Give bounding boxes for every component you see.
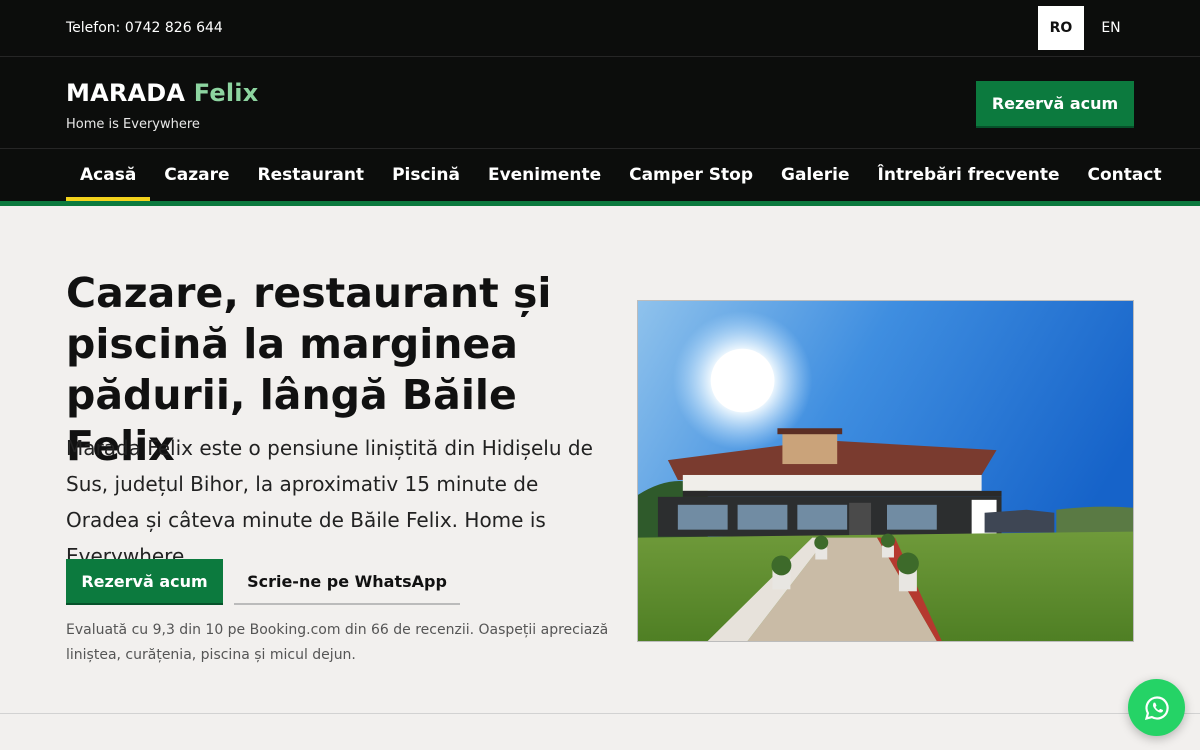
whatsapp-icon: [1144, 695, 1169, 720]
lang-en[interactable]: EN: [1088, 6, 1134, 50]
hero-description: Marada Felix este o pensiune liniștită d…: [66, 436, 593, 568]
whatsapp-fab[interactable]: [1128, 679, 1185, 736]
top-bar: Telefon: 0742 826 644 RO EN: [0, 0, 1200, 57]
language-switcher: RO EN: [1038, 6, 1134, 50]
whatsapp-button[interactable]: Scrie-ne pe WhatsApp: [234, 559, 460, 605]
lang-ro[interactable]: RO: [1038, 6, 1084, 50]
nav-item-faq[interactable]: Întrebări frecvente: [864, 149, 1074, 201]
nav-item-contact[interactable]: Contact: [1074, 149, 1176, 201]
tagline: Home is Everywhere: [66, 117, 200, 132]
section-divider: [0, 713, 1200, 714]
nav-item-evenimente[interactable]: Evenimente: [474, 149, 615, 201]
nav-item-galerie[interactable]: Galerie: [767, 149, 864, 201]
hero-photo: [637, 300, 1134, 642]
logo[interactable]: MARADA Felix: [66, 79, 258, 107]
nav-item-piscina[interactable]: Piscină: [378, 149, 474, 201]
logo-accent: Felix: [193, 79, 259, 107]
nav-item-acasa[interactable]: Acasă: [66, 149, 151, 201]
main-nav: Acasă Cazare Restaurant Piscină Evenimen…: [0, 149, 1200, 206]
nav-list: Acasă Cazare Restaurant Piscină Evenimen…: [66, 149, 1176, 201]
site-header: MARADA Felix Home is Everywhere Rezervă …: [0, 57, 1200, 149]
pension-photo-illustration: [638, 301, 1133, 641]
rating-note: Evaluată cu 9,3 din 10 pe Booking.com di…: [66, 622, 609, 663]
header-book-button[interactable]: Rezervă acum: [976, 81, 1134, 128]
phone-number[interactable]: Telefon: 0742 826 644: [66, 20, 223, 36]
nav-item-cazare[interactable]: Cazare: [150, 149, 243, 201]
nav-item-camper-stop[interactable]: Camper Stop: [615, 149, 767, 201]
book-now-button[interactable]: Rezervă acum: [66, 559, 223, 605]
nav-item-restaurant[interactable]: Restaurant: [244, 149, 379, 201]
logo-main: MARADA: [66, 79, 186, 107]
hero-section: Cazare, restaurant și piscină la margine…: [0, 206, 1200, 731]
